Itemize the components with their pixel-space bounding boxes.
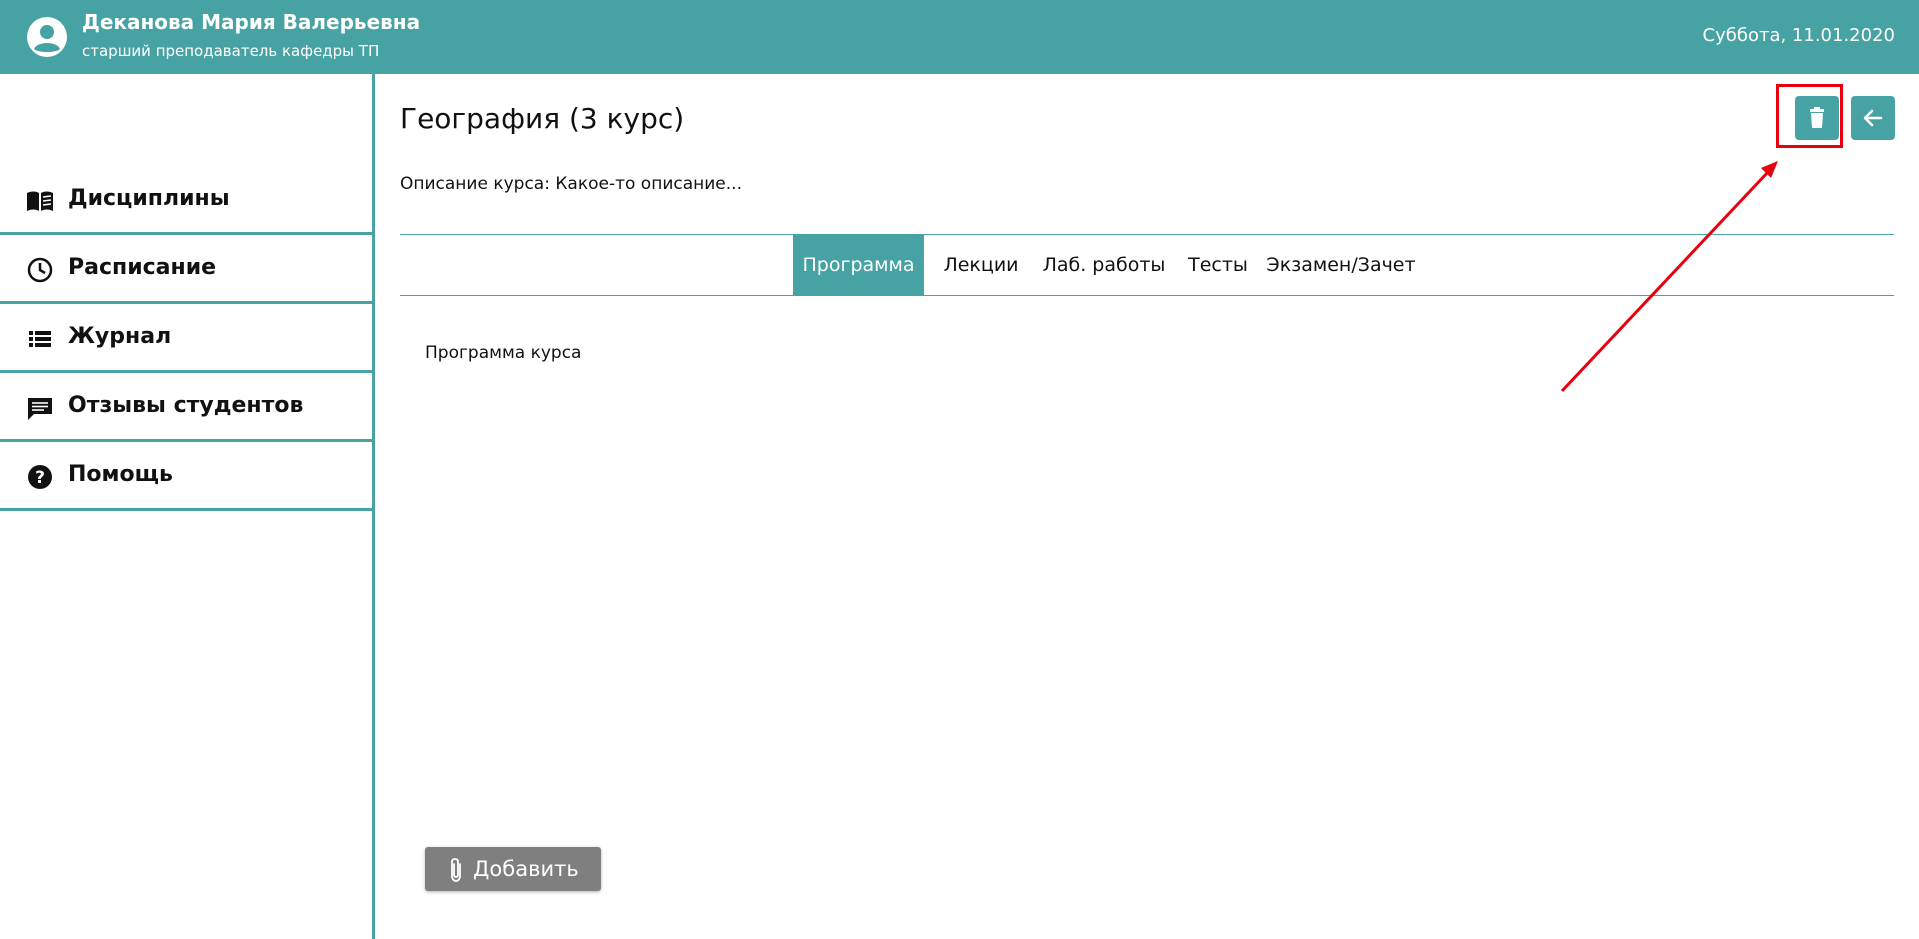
tab-lab-works[interactable]: Лаб. работы [1038, 235, 1170, 295]
arrow-left-icon [1863, 109, 1883, 127]
sidebar-item-journal[interactable]: Журнал [0, 304, 372, 373]
sidebar-item-label: Расписание [68, 255, 217, 280]
app-header: Деканова Мария Валерьевна старший препод… [0, 0, 1919, 74]
sidebar-item-label: Помощь [68, 462, 173, 487]
back-button[interactable] [1851, 96, 1895, 140]
book-open-icon [27, 191, 53, 211]
user-role: старший преподаватель кафедры ТП [82, 42, 380, 60]
list-icon [29, 331, 51, 347]
tab-program[interactable]: Программа [793, 235, 924, 295]
sidebar-item-disciplines[interactable]: Дисциплины [0, 166, 372, 235]
tab-exam[interactable]: Экзамен/Зачет [1266, 235, 1416, 295]
current-date: Суббота, 11.01.2020 [1702, 25, 1895, 46]
main-content: География (3 курс) Описание курса: Какое… [375, 74, 1919, 939]
paperclip-icon [451, 858, 461, 882]
account-circle-icon[interactable] [26, 16, 68, 58]
comment-icon [28, 398, 52, 420]
clock-icon [27, 257, 53, 283]
sidebar-nav: Дисциплины Расписание Журнал Отзывы студ… [0, 166, 372, 511]
course-tabs: Программа Лекции Лаб. работы Тесты Экзам… [400, 234, 1894, 296]
user-name: Деканова Мария Валерьевна [82, 10, 421, 34]
page-title: География (3 курс) [400, 102, 685, 135]
sidebar-item-label: Журнал [68, 324, 172, 349]
delete-course-button[interactable] [1795, 96, 1839, 140]
trash-icon [1810, 107, 1824, 128]
sidebar-item-schedule[interactable]: Расписание [0, 235, 372, 304]
tab-content-text: Программа курса [425, 343, 582, 363]
sidebar-item-label: Дисциплины [68, 186, 230, 211]
sidebar: Дисциплины Расписание Журнал Отзывы студ… [0, 74, 375, 939]
sidebar-item-label: Отзывы студентов [68, 393, 304, 418]
sidebar-item-reviews[interactable]: Отзывы студентов [0, 373, 372, 442]
svg-text:?: ? [35, 468, 45, 488]
help-circle-icon: ? [28, 465, 52, 489]
tab-lectures[interactable]: Лекции [924, 235, 1038, 295]
add-button-label: Добавить [473, 857, 579, 881]
add-file-button[interactable]: Добавить [425, 847, 601, 891]
sidebar-item-help[interactable]: ? Помощь [0, 442, 372, 511]
course-description: Описание курса: Какое-то описание... [400, 174, 742, 194]
tab-tests[interactable]: Тесты [1170, 235, 1266, 295]
